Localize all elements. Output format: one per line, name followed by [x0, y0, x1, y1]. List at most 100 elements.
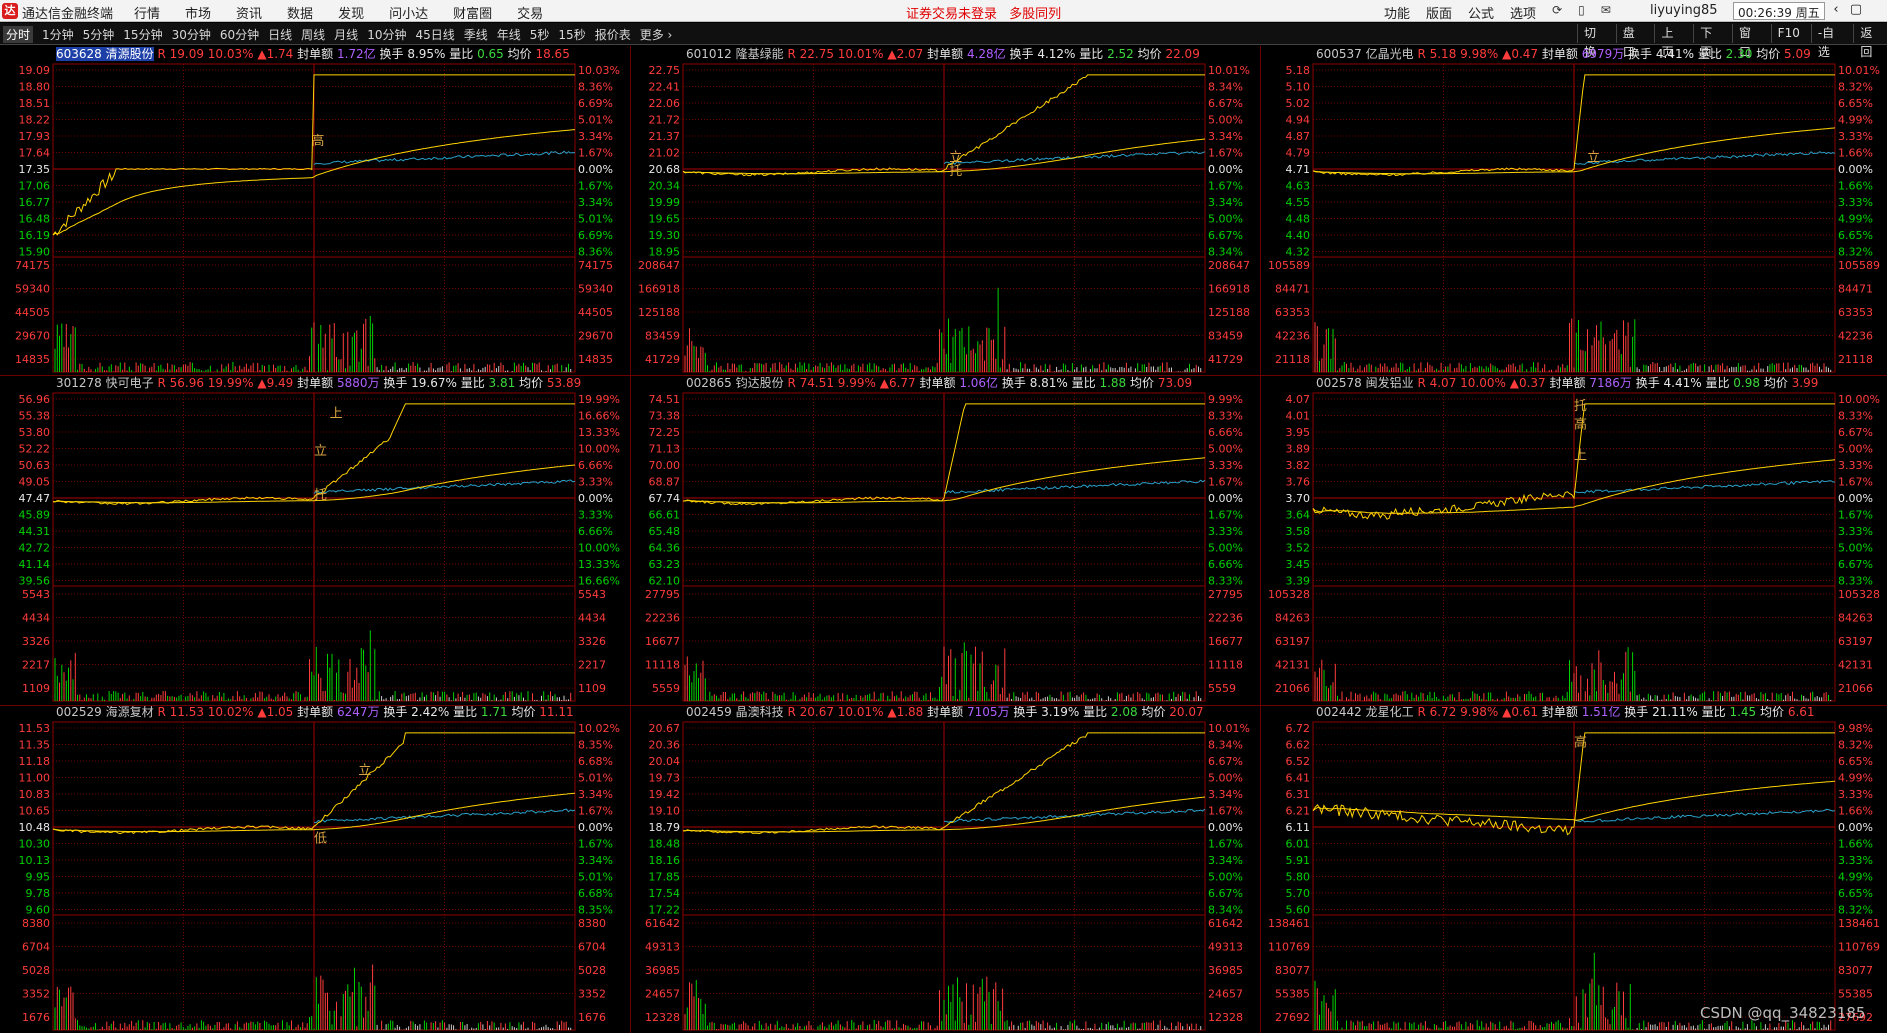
pct-tick-label: 1.67% — [578, 837, 613, 850]
pct-tick-label: 4.99% — [1838, 771, 1873, 784]
period-tab[interactable]: 季线 — [464, 26, 488, 43]
refresh-icon[interactable]: ⟳ — [1552, 3, 1562, 22]
pct-tick-label: 0.00% — [578, 163, 613, 176]
tool-options[interactable]: 选项 — [1510, 3, 1536, 22]
tool-layout[interactable]: 版面 — [1426, 3, 1452, 22]
menu-item-quotes[interactable]: 行情 — [134, 3, 160, 22]
intraday-chart[interactable]: 74.51 9.99%73.38 8.33%72.25 6.66%71.13 5.00%… — [631, 375, 1259, 704]
price-tick-label: 16.77 — [19, 196, 51, 209]
period-tab[interactable]: 45日线 — [415, 26, 454, 43]
view-button[interactable]: F10 — [1770, 24, 1806, 43]
tool-formula[interactable]: 公式 — [1468, 3, 1494, 22]
menu-item-data[interactable]: 数据 — [287, 3, 313, 22]
pct-tick-label: 6.66% — [1208, 426, 1243, 439]
pct-tick-label: 5.01% — [578, 870, 613, 883]
period-tab[interactable]: 月线 — [334, 26, 358, 43]
period-tab[interactable]: 报价表 — [595, 26, 631, 43]
pct-tick-label: 10.01% — [1208, 722, 1250, 735]
vol-ratio-label: 量比 — [460, 376, 489, 390]
stock-chart-603628[interactable]: 19.09 10.03% 18.80 8.36% 18.51 6.69% 18.22 5.01… — [1, 46, 629, 375]
intraday-chart[interactable]: 20.67 10.01%20.36 8.34%20.04 6.67%19.73 5.00… — [631, 704, 1259, 1033]
view-button[interactable]: 返回 — [1853, 24, 1887, 59]
stock-chart-002459[interactable]: 20.67 10.01% 20.36 8.34% 20.04 6.67% 19.73 5.00… — [631, 704, 1259, 1033]
stock-name[interactable]: 清源股份 — [105, 47, 154, 61]
period-tab[interactable]: 5秒 — [530, 26, 550, 43]
stock-name[interactable]: 亿晶光电 — [1366, 47, 1414, 61]
stock-chart-601012[interactable]: 22.75 10.01% 22.41 8.34% 22.06 6.67% 21.72 5.00… — [631, 46, 1259, 375]
stock-name[interactable]: 闽发铝业 — [1366, 376, 1414, 390]
pct-tick-label: 3.34% — [578, 196, 613, 209]
intraday-chart[interactable]: 11.53 10.02%11.35 8.35%11.18 6.68%11.00 5.01… — [1, 704, 629, 1033]
menu-item-discover[interactable]: 发现 — [338, 3, 364, 22]
menu-item-wealth[interactable]: 财富圈 — [453, 3, 492, 22]
volume-tick-label: 2217 — [22, 659, 50, 672]
stock-chart-002442[interactable]: 6.72 9.98% 6.62 8.32% 6.52 6.65% 6.41 4.99% 6.31… — [1261, 704, 1887, 1033]
intraday-chart[interactable]: 5.18 10.01% 5.10 8.32% 5.02 6.65% 4.94 4.99% 4.8… — [1261, 46, 1887, 375]
period-tab[interactable]: 10分钟 — [367, 26, 406, 43]
menu-item-ask[interactable]: 问小达 — [389, 3, 428, 22]
stock-name[interactable]: 龙星化工 — [1366, 705, 1414, 719]
pct-tick-label: 0.00% — [1208, 821, 1243, 834]
pct-tick-label: 10.01% — [1838, 64, 1880, 77]
period-tab[interactable]: 更多 › — [640, 26, 673, 43]
grid-divider — [630, 46, 631, 1033]
intraday-chart[interactable]: 4.07 10.00%4.01 8.33%3.95 6.67%3.89 5.00%3.8… — [1261, 375, 1887, 704]
view-button[interactable]: 盘口 — [1615, 24, 1650, 59]
stock-chart-301278[interactable]: 56.96 19.99% 55.38 16.66% 53.80 13.33% 52.22 10… — [1, 375, 629, 704]
stock-chart-002865[interactable]: 74.51 9.99% 73.38 8.33% 72.25 6.66% 71.13 5.00%… — [631, 375, 1259, 704]
volume-tick-label: 84263 — [1275, 612, 1310, 625]
back-icon[interactable]: ‹ — [1826, 2, 1846, 17]
period-tab[interactable]: 分时 — [3, 26, 34, 43]
mail-icon[interactable]: ✉ — [1601, 3, 1611, 22]
stock-name[interactable]: 快可电子 — [106, 376, 154, 390]
volume-tick-label: 208647 — [638, 259, 680, 272]
menu-item-news[interactable]: 资讯 — [236, 3, 262, 22]
view-button[interactable]: 窗口 — [1731, 24, 1766, 59]
stock-name[interactable]: 隆基绿能 — [736, 47, 784, 61]
stock-name[interactable]: 海源复材 — [106, 705, 154, 719]
stock-header: 002459 晶澳科技 R 20.67 10.01% ▲1.88 封单额 710… — [631, 704, 1204, 720]
phone-icon[interactable]: ▯ — [1578, 3, 1585, 22]
intraday-chart[interactable]: 56.96 19.99%55.38 16.66%53.80 13.33%52.22 10… — [1, 375, 629, 704]
period-tab[interactable]: 5分钟 — [83, 26, 115, 43]
intraday-chart[interactable]: 19.09 10.03%18.80 8.36%18.51 6.69%18.22 5.01… — [1, 46, 629, 375]
stock-chart-002578[interactable]: 4.07 10.00% 4.01 8.33% 3.95 6.67% 3.89 5.00% 3.8… — [1261, 375, 1887, 704]
view-button[interactable]: 切换 — [1577, 24, 1611, 59]
stock-name[interactable]: 钧达股份 — [736, 376, 784, 390]
tool-function[interactable]: 功能 — [1384, 3, 1410, 22]
period-tab[interactable]: 日线 — [268, 26, 292, 43]
restore-icon[interactable]: ▢ — [1846, 2, 1866, 17]
avg-price: 3.99 — [1791, 376, 1819, 390]
period-tab[interactable]: 15秒 — [558, 26, 585, 43]
period-tab[interactable]: 年线 — [497, 26, 521, 43]
volume-tick-label: 61642 — [645, 917, 680, 930]
username[interactable]: liyuying85 — [1650, 3, 1718, 18]
volume-tick-label: 83077 — [1275, 964, 1310, 977]
menu-item-market[interactable]: 市场 — [185, 3, 211, 22]
view-button[interactable]: -自选 — [1810, 24, 1848, 59]
vol-ratio-label: 量比 — [1705, 376, 1734, 390]
period-tab[interactable]: 15分钟 — [123, 26, 162, 43]
intraday-chart[interactable]: 22.75 10.01%22.41 8.34%22.06 6.67%21.72 5.00… — [631, 46, 1259, 375]
period-tab[interactable]: 60分钟 — [220, 26, 259, 43]
period-tab[interactable]: 1分钟 — [42, 26, 74, 43]
period-tab[interactable]: 30分钟 — [172, 26, 211, 43]
view-button[interactable]: 下页 — [1693, 24, 1727, 59]
vol-ratio-label: 量比 — [1697, 47, 1726, 61]
change-amount: ▲0.47 — [1502, 47, 1542, 61]
grid-divider — [0, 705, 1887, 706]
stock-name[interactable]: 晶澳科技 — [736, 705, 784, 719]
period-tab[interactable]: 周线 — [301, 26, 325, 43]
intraday-chart[interactable]: 6.72 9.98%6.62 8.32%6.52 6.65%6.41 4.99%6.31… — [1261, 704, 1887, 1033]
sealed-label: 封单额 — [297, 376, 337, 390]
volume-tick-label: 1109 — [22, 682, 50, 695]
stock-header: 002442 龙星化工 R 6.72 9.98% ▲0.61 封单额 1.51亿… — [1261, 704, 1815, 720]
stock-chart-002529[interactable]: 11.53 10.02% 11.35 8.35% 11.18 6.68% 11.00 5.01… — [1, 704, 629, 1033]
price-tick-label: 3.45 — [1286, 558, 1311, 571]
change-pct: 9.98% — [1460, 705, 1503, 719]
menu-item-trade[interactable]: 交易 — [517, 3, 543, 22]
pct-tick-label: 4.99% — [1838, 113, 1873, 126]
view-button[interactable]: 上页 — [1654, 24, 1688, 59]
login-status[interactable]: 证券交易未登录 — [906, 7, 997, 22]
stock-chart-600537[interactable]: 5.18 10.01% 5.10 8.32% 5.02 6.65% 4.94 4.99% 4.8… — [1261, 46, 1887, 375]
